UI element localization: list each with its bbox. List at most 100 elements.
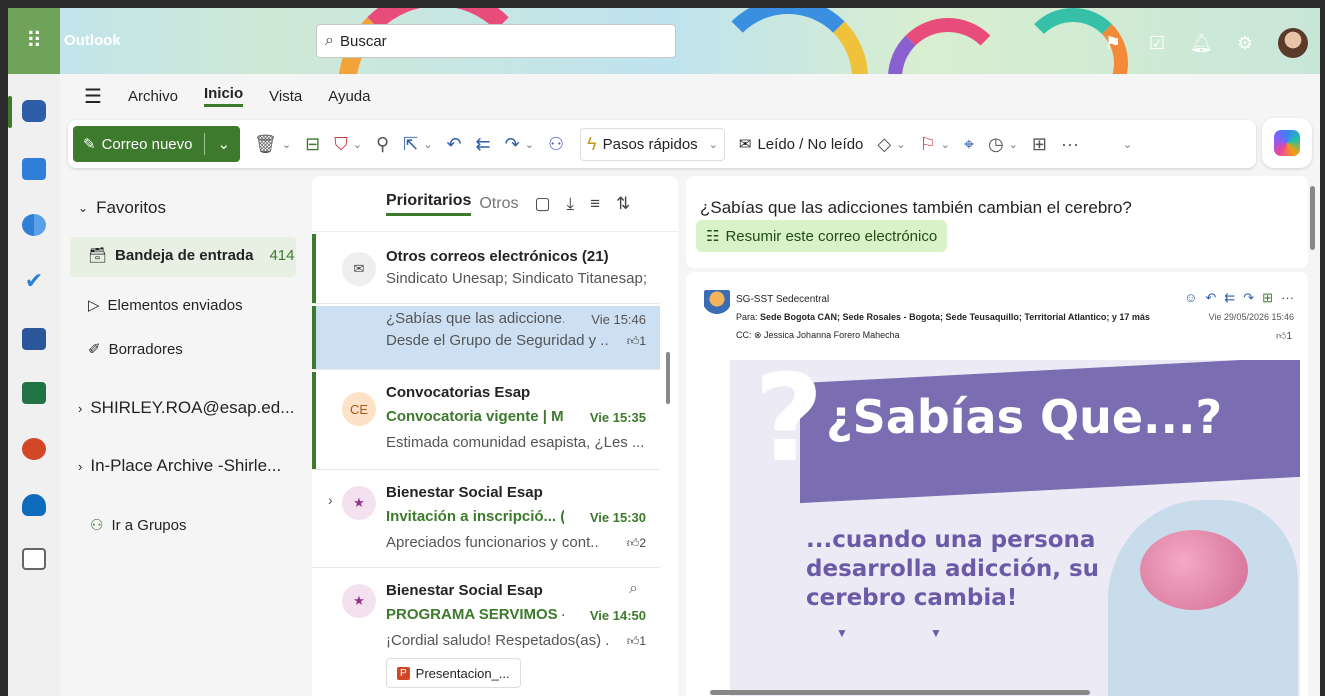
flag-icon[interactable]: ⚐ bbox=[919, 134, 935, 155]
reply-all-icon[interactable]: ⇇ bbox=[1224, 290, 1235, 306]
chevron-down-icon[interactable]: ⌄ bbox=[896, 138, 905, 151]
apps-icon[interactable]: ⊞ bbox=[1262, 290, 1273, 306]
message-sender: Otros correos electrónicos (21) bbox=[386, 248, 609, 265]
search-input[interactable]: ⌕ Buscar bbox=[316, 24, 676, 58]
message-sender: Bienestar Social Esap bbox=[386, 484, 543, 501]
menu-inicio[interactable]: Inicio bbox=[203, 85, 244, 107]
people-icon[interactable] bbox=[22, 214, 46, 236]
move-icon[interactable]: ⇱ bbox=[403, 134, 418, 155]
reaction-count: 1 bbox=[639, 334, 646, 348]
reply-all-icon[interactable]: ⇇ bbox=[476, 134, 491, 155]
tasks-icon[interactable]: ☑ bbox=[1146, 33, 1168, 54]
summary-icon: ☷ bbox=[706, 228, 720, 245]
excel-icon[interactable] bbox=[22, 382, 46, 404]
new-mail-button[interactable]: ✎ Correo nuevo ⌄ bbox=[73, 126, 241, 162]
archive-icon[interactable]: ⊟ bbox=[305, 134, 320, 155]
more-options-icon[interactable]: ··· bbox=[1281, 290, 1294, 306]
avatar[interactable] bbox=[1278, 28, 1308, 58]
list-item[interactable]: CE Convocatorias Esap Convocatoria vigen… bbox=[312, 372, 660, 470]
triangle-marker: ▼ bbox=[836, 626, 848, 640]
sweep-icon[interactable]: ⚲ bbox=[376, 134, 389, 155]
chevron-down-icon[interactable]: ⌄ bbox=[1009, 138, 1018, 151]
teams-icon[interactable]: ⚑ bbox=[1102, 33, 1124, 54]
unread-bar bbox=[312, 234, 316, 303]
tag-icon[interactable]: ◇ bbox=[877, 134, 891, 155]
report-icon[interactable]: ⛉ bbox=[334, 134, 348, 155]
message-time: Vie 15:35 bbox=[589, 410, 646, 425]
emoji-icon[interactable]: ☺ bbox=[1184, 290, 1197, 306]
message-time: Vie 15:46 bbox=[591, 312, 646, 327]
message-subject: PROGRAMA SERVIMOS -... bbox=[386, 606, 564, 623]
chevron-right-icon[interactable]: › bbox=[328, 492, 333, 508]
sender-name[interactable]: SG-SST Sedecentral bbox=[736, 294, 829, 305]
app-launcher-icon[interactable]: ⠿ bbox=[8, 8, 60, 74]
sort-icon[interactable]: ⇅ bbox=[616, 194, 630, 214]
chevron-down-icon[interactable]: ⌄ bbox=[423, 138, 432, 151]
folder-drafts[interactable]: ✐ Borradores bbox=[88, 340, 183, 359]
teams-share-icon[interactable]: ⚇ bbox=[548, 134, 564, 155]
select-icon[interactable]: ▢ bbox=[534, 194, 550, 214]
reply-icon[interactable]: ↶ bbox=[446, 134, 461, 155]
account-folder[interactable]: › SHIRLEY.ROA@esap.ed... bbox=[78, 398, 294, 418]
read-unread-label: Leído / No leído bbox=[757, 135, 864, 153]
powerpoint-icon: P bbox=[397, 666, 410, 680]
gear-icon[interactable]: ⚙ bbox=[1234, 33, 1256, 54]
menu-vista[interactable]: Vista bbox=[269, 88, 302, 105]
list-item[interactable]: › ★ Bienestar Social Esap Invitación a i… bbox=[312, 472, 660, 568]
chevron-down-icon[interactable]: ⌄ bbox=[353, 138, 362, 151]
inbox-label: Bandeja de entrada bbox=[115, 246, 254, 264]
like-reaction: 👍︎2 bbox=[626, 536, 646, 550]
word-icon[interactable] bbox=[22, 328, 46, 350]
go-to-groups[interactable]: ⚇ Ir a Grupos bbox=[90, 516, 186, 535]
folder-inbox[interactable]: 🗃︎ Bandeja de entrada 414 bbox=[88, 246, 294, 265]
reading-vertical-scrollbar[interactable] bbox=[1310, 186, 1315, 250]
onedrive-icon[interactable] bbox=[22, 494, 46, 516]
chevron-down-icon[interactable]: ⌄ bbox=[941, 138, 950, 151]
reading-horizontal-scrollbar[interactable] bbox=[710, 690, 1090, 695]
archive-folder[interactable]: › In-Place Archive -Shirle... bbox=[78, 456, 281, 476]
avatar: ★ bbox=[342, 584, 376, 618]
forward-icon[interactable]: ↷ bbox=[505, 134, 520, 155]
delete-icon[interactable]: 🗑︎ bbox=[254, 134, 277, 155]
menu-archivo[interactable]: Archivo bbox=[128, 88, 178, 105]
folder-sent[interactable]: ▷ Elementos enviados bbox=[88, 296, 243, 315]
favorites-header[interactable]: ⌄ Favoritos bbox=[78, 198, 166, 218]
more-apps-icon[interactable] bbox=[22, 548, 46, 570]
chevron-down-icon[interactable]: ⌄ bbox=[282, 138, 291, 151]
apps-icon[interactable]: ⊞ bbox=[1032, 134, 1047, 155]
summarize-button[interactable]: ☷ Resumir este correo electrónico bbox=[696, 220, 948, 252]
read-unread-button[interactable]: ✉ Leído / No leído bbox=[739, 135, 864, 154]
to-list[interactable]: Sede Bogota CAN; Sede Rosales - Bogota; … bbox=[760, 312, 1150, 322]
list-scrollbar[interactable] bbox=[666, 352, 670, 404]
banner-text: ...cuando una persona desarrolla adicció… bbox=[806, 527, 1100, 611]
powerpoint-icon[interactable] bbox=[22, 438, 46, 460]
bell-icon[interactable]: 🔔︎ bbox=[1190, 33, 1213, 54]
list-item[interactable]: ★ Bienestar Social Esap ⌕ PROGRAMA SERVI… bbox=[312, 570, 660, 696]
chevron-down-icon[interactable]: ⌄ bbox=[525, 138, 534, 151]
pin-icon[interactable]: ⌖ bbox=[964, 134, 974, 155]
mail-icon[interactable] bbox=[22, 100, 46, 122]
ribbon-expand-icon[interactable]: ⌄ bbox=[1123, 138, 1132, 151]
list-item[interactable]: ¿Sabías que las adiccione... Vie 15:46 D… bbox=[312, 306, 660, 370]
hamburger-icon[interactable]: ☰ bbox=[84, 84, 102, 109]
tab-focused[interactable]: Prioritarios bbox=[386, 192, 472, 216]
copilot-button[interactable] bbox=[1262, 118, 1312, 168]
reply-icon[interactable]: ↶ bbox=[1205, 290, 1216, 306]
chevron-down-icon[interactable]: ⌄ bbox=[709, 138, 718, 151]
compose-icon: ✎ bbox=[83, 136, 96, 153]
list-item[interactable]: ✉ Otros correos electrónicos (21) Sindic… bbox=[312, 234, 660, 304]
todo-icon[interactable]: ✔ bbox=[22, 270, 46, 292]
email-banner-image: ? ¿Sabías Que...? ...cuando una persona … bbox=[730, 360, 1300, 696]
more-options-icon[interactable]: ··· bbox=[1061, 134, 1079, 155]
calendar-icon[interactable] bbox=[22, 158, 46, 180]
tab-other[interactable]: Otros bbox=[479, 195, 518, 213]
snooze-icon[interactable]: ◷ bbox=[988, 134, 1004, 155]
menu-ayuda[interactable]: Ayuda bbox=[328, 88, 370, 105]
attachment-chip[interactable]: P Presentacion_... bbox=[386, 658, 521, 688]
groups-icon: ⚇ bbox=[90, 517, 104, 534]
jump-icon[interactable]: ⤓ bbox=[567, 194, 575, 214]
chevron-down-icon[interactable]: ⌄ bbox=[217, 135, 230, 153]
forward-icon[interactable]: ↷ bbox=[1243, 290, 1254, 306]
filter-icon[interactable]: ≡ bbox=[590, 194, 600, 214]
quick-steps-button[interactable]: ϟ Pasos rápidos ⌄ bbox=[580, 127, 725, 161]
